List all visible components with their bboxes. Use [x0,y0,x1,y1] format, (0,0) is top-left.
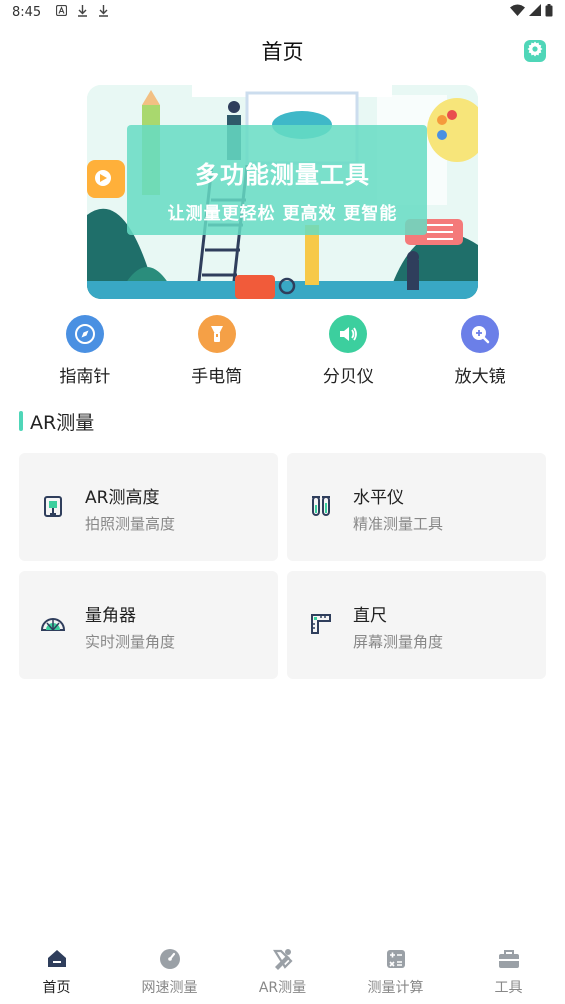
card-ar-height[interactable]: AR测高度 拍照测量高度 [19,453,278,561]
magnifier-icon [461,315,500,353]
signal-icon [529,4,541,20]
toolbox-icon [497,947,521,971]
card-title: 水平仪 [353,488,404,508]
quick-tool-label: 放大镜 [454,367,506,387]
card-title: 直尺 [353,606,387,626]
card-subtitle: 精准测量工具 [353,515,444,533]
nav-speed-test[interactable]: 网速测量 [113,940,226,1004]
bottom-nav: 首页 网速测量 AR测量 测量计算 工具 [0,940,565,1004]
card-protractor[interactable]: 量角器 实时测量角度 [19,571,278,679]
download-icon [97,4,109,20]
protractor-icon [40,611,66,637]
level-icon [308,493,334,519]
section-title-text: AR测量 [30,411,95,434]
nav-label: AR测量 [258,980,307,996]
quick-tool-label: 指南针 [59,367,111,387]
home-icon [45,947,69,971]
status-bar: 8:45 [0,0,565,24]
gear-icon [527,41,543,61]
card-title: AR测高度 [85,488,160,508]
nav-calc[interactable]: 测量计算 [339,940,452,1004]
card-title: 量角器 [85,606,136,626]
quick-tool-magnifier[interactable]: 放大镜 [414,315,546,387]
battery-icon [545,3,553,21]
banner-headline: 多功能测量工具 [195,161,370,189]
quick-tool-decibel[interactable]: 分贝仪 [283,315,415,387]
wifi-icon [510,4,525,20]
nav-home[interactable]: 首页 [0,940,113,1004]
ruler-icon [308,611,334,637]
ar-tools-icon [271,947,295,971]
card-subtitle: 实时测量角度 [85,633,176,651]
speaker-icon [329,315,368,353]
banner-subline: 让测量更轻松 更高效 更智能 [167,204,398,224]
nav-label: 测量计算 [367,980,424,996]
settings-button[interactable] [524,40,546,62]
calculator-icon [384,947,408,971]
section-title: AR测量 [19,408,94,434]
card-subtitle: 拍照测量高度 [85,515,176,533]
card-level[interactable]: 水平仪 精准测量工具 [287,453,546,561]
promo-banner[interactable]: 多功能测量工具 让测量更轻松 更高效 更智能 [87,85,478,299]
quick-tools: 指南针 手电筒 分贝仪 放大镜 [19,315,546,387]
nav-ar-measure[interactable]: AR测量 [226,940,339,1004]
card-subtitle: 屏幕测量角度 [353,633,444,651]
section-accent-bar [19,411,23,431]
download-icon [76,4,88,20]
a-icon [55,4,67,19]
height-icon [40,493,66,519]
nav-label: 工具 [494,980,523,996]
quick-tool-flashlight[interactable]: 手电筒 [151,315,283,387]
header: 首页 [0,28,565,74]
nav-label: 网速测量 [141,980,198,996]
speedometer-icon [158,947,182,971]
quick-tool-compass[interactable]: 指南针 [19,315,151,387]
nav-label: 首页 [42,980,71,996]
flashlight-icon [197,315,236,353]
quick-tool-label: 手电筒 [191,367,243,387]
compass-icon [65,315,104,353]
page-title: 首页 [261,40,304,64]
status-time: 8:45 [12,4,42,20]
card-ruler[interactable]: 直尺 屏幕测量角度 [287,571,546,679]
quick-tool-label: 分贝仪 [322,367,374,387]
nav-tools[interactable]: 工具 [452,940,565,1004]
